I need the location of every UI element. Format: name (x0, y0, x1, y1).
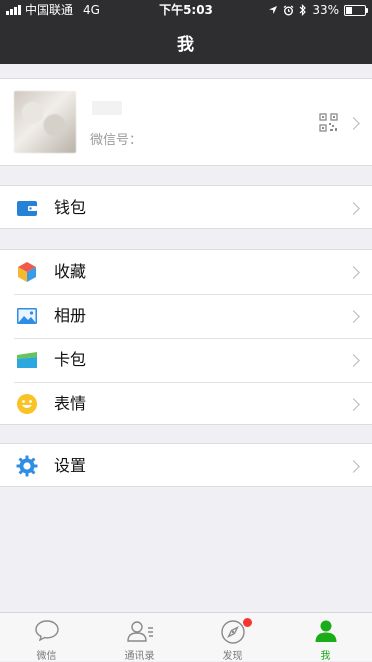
top-bar: 中国联通 4G 下午5:03 33% 我 (0, 0, 372, 64)
tab-label-discover: 发现 (222, 651, 243, 662)
discover-badge-dot (242, 618, 252, 627)
chevron-right-icon (347, 398, 360, 411)
tab-discover[interactable]: 发现 (186, 613, 279, 662)
me-icon (315, 620, 336, 642)
chevron-right-icon (347, 310, 360, 323)
menu-item-cards[interactable]: 卡包 (0, 338, 372, 382)
features-group: 收藏 相册 卡包 表情 (0, 249, 372, 425)
battery-percent: 33% (312, 3, 339, 17)
smiley-face-icon (17, 394, 37, 414)
tab-chats[interactable]: 微信 (0, 613, 93, 662)
contacts-icon (126, 621, 153, 642)
chevron-right-icon (347, 354, 360, 367)
chevron-right-icon (347, 266, 360, 279)
menu-label-cards: 卡包 (54, 350, 87, 369)
menu-item-settings[interactable]: 设置 (0, 444, 372, 488)
wechat-id-label: 微信号： (90, 133, 143, 148)
nickname-redacted (92, 101, 122, 115)
settings-group: 设置 (0, 443, 372, 487)
menu-label-album: 相册 (54, 306, 87, 325)
alarm-icon (283, 5, 294, 15)
tab-contacts[interactable]: 通讯录 (93, 613, 186, 662)
qr-code-icon[interactable] (319, 113, 338, 132)
menu-label-stickers: 表情 (54, 394, 87, 413)
chevron-right-icon (347, 117, 360, 130)
avatar[interactable] (14, 91, 76, 153)
page-title: 我 (177, 35, 195, 55)
chevron-right-icon (347, 460, 360, 473)
tab-me[interactable]: 我 (279, 613, 372, 662)
wallet-icon (17, 201, 37, 216)
bluetooth-icon (299, 4, 307, 16)
battery-icon (344, 4, 368, 16)
settings-gear-icon (16, 455, 38, 477)
favorites-cube-icon (18, 262, 36, 282)
menu-item-album[interactable]: 相册 (0, 294, 372, 338)
bottom-tab-bar: 微信 通讯录 发现 我 (0, 612, 372, 662)
discover-compass-icon (220, 620, 245, 644)
wallet-group: 钱包 (0, 185, 372, 229)
chat-icon (34, 620, 59, 642)
menu-label-wallet: 钱包 (54, 198, 87, 217)
status-bar: 中国联通 4G 下午5:03 33% (0, 0, 372, 20)
chevron-right-icon (347, 202, 360, 215)
menu-item-stickers[interactable]: 表情 (0, 382, 372, 426)
card-wallet-icon (17, 352, 37, 368)
album-photo-icon (17, 308, 37, 324)
menu-item-wallet[interactable]: 钱包 (0, 186, 372, 230)
tab-label-me: 我 (320, 651, 331, 662)
menu-item-favorites[interactable]: 收藏 (0, 250, 372, 294)
tab-label-contacts: 通讯录 (124, 651, 155, 662)
menu-label-favorites: 收藏 (54, 262, 87, 281)
tab-label-chats: 微信 (36, 651, 57, 662)
location-arrow-icon (269, 6, 278, 14)
menu-label-settings: 设置 (54, 456, 87, 475)
profile-card[interactable]: 微信号： (0, 78, 372, 166)
